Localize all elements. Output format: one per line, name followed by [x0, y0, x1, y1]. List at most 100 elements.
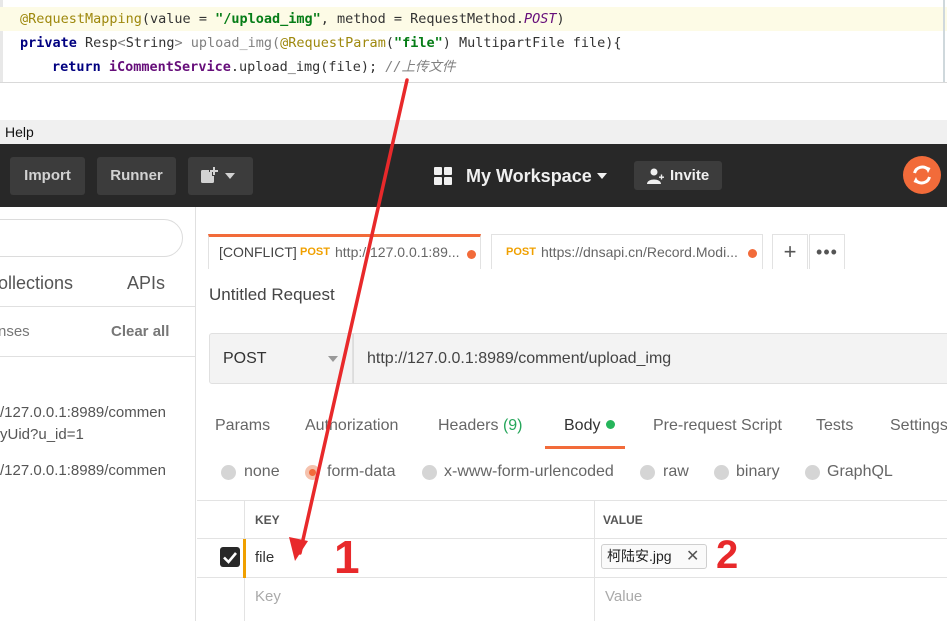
- import-button[interactable]: Import: [10, 157, 85, 195]
- history-url: /127.0.0.1:8989/commen: [0, 404, 166, 421]
- value-column-header: VALUE: [603, 513, 643, 527]
- radio-form-data-label: form-data: [327, 463, 396, 480]
- tab-method: POST: [300, 246, 330, 258]
- radio-none[interactable]: [221, 465, 236, 480]
- row-key[interactable]: file: [255, 549, 274, 566]
- url-bar: POST http://127.0.0.1:8989/comment/uploa…: [209, 333, 947, 384]
- code-text: ): [556, 11, 565, 27]
- more-tabs-button[interactable]: •••: [809, 234, 845, 269]
- code-line-1: @RequestMapping(value = "/upload_img", m…: [0, 7, 947, 31]
- runner-button[interactable]: Runner: [97, 157, 176, 195]
- sync-button[interactable]: [903, 156, 941, 194]
- editor-scroll-edge: [943, 0, 945, 82]
- code-text: .upload_img(file);: [230, 59, 386, 75]
- sidebar-tabs: ollections APIs: [0, 263, 195, 307]
- tab-headers[interactable]: Headers (9): [438, 417, 523, 435]
- code-keyword: private: [20, 35, 77, 51]
- code-text: Resp: [76, 35, 118, 51]
- key-column-header: KEY: [255, 513, 280, 527]
- conflict-label: [CONFLICT]: [219, 244, 297, 260]
- new-button[interactable]: [188, 157, 253, 195]
- invite-button[interactable]: Invite: [634, 161, 722, 190]
- sidebar-search-input[interactable]: [0, 219, 183, 257]
- window-gap: [0, 82, 947, 120]
- code-editor: @RequestMapping(value = "/upload_img", m…: [0, 0, 947, 82]
- active-tab-underline: [545, 446, 625, 449]
- code-enum: POST: [523, 11, 557, 27]
- save-responses-label: nses: [0, 323, 30, 340]
- method-select[interactable]: POST: [209, 333, 353, 384]
- radio-urlencoded-label: x-www-form-urlencoded: [444, 463, 614, 480]
- sidebar: ollections APIs nses Clear all /127.0.0.…: [0, 207, 196, 621]
- tab-request-second[interactable]: POST https://dnsapi.cn/Record.Modi...: [491, 234, 763, 269]
- tab-headers-label: Headers: [438, 417, 499, 434]
- code-text: <: [117, 35, 126, 51]
- code-method: upload_img(: [182, 35, 281, 51]
- radio-raw[interactable]: [640, 465, 655, 480]
- tab-params[interactable]: Params: [215, 417, 270, 435]
- sync-icon: [913, 165, 931, 185]
- row-edit-indicator: [243, 539, 246, 578]
- tab-prerequest-script[interactable]: Pre-request Script: [653, 417, 782, 435]
- code-text: , method = RequestMethod.: [320, 11, 524, 27]
- radio-urlencoded[interactable]: [422, 465, 437, 480]
- code-field: iCommentService: [100, 59, 231, 75]
- history-item[interactable]: /127.0.0.1:8989/commen yUid?u_id=1: [0, 402, 166, 446]
- row-enabled-checkbox[interactable]: [220, 547, 240, 567]
- history-url: /127.0.0.1:8989/commen: [0, 462, 166, 479]
- radio-form-data[interactable]: [305, 465, 320, 480]
- form-data-table: KEY VALUE file 柯陆安.jpg ✕ Key Value: [197, 500, 947, 621]
- headers-count: (9): [502, 417, 523, 434]
- add-user-icon: [647, 168, 664, 184]
- code-text: (value =: [141, 11, 216, 27]
- tab-authorization[interactable]: Authorization: [305, 417, 398, 435]
- key-input[interactable]: Key: [255, 588, 281, 605]
- request-tab-strip: [CONFLICT] POST http://127.0.0.1:89... P…: [197, 231, 947, 269]
- radio-none-label: none: [244, 463, 280, 480]
- tab-body[interactable]: Body: [564, 417, 616, 435]
- value-input[interactable]: Value: [605, 588, 642, 605]
- file-name: 柯陆安.jpg: [607, 548, 672, 564]
- workspace-label: My Workspace: [466, 166, 592, 186]
- tab-url: http://127.0.0.1:89...: [335, 244, 460, 260]
- code-keyword: return: [52, 59, 101, 75]
- clear-all-button[interactable]: Clear all: [111, 323, 169, 340]
- table-row: file 柯陆安.jpg ✕: [197, 539, 947, 578]
- tab-apis[interactable]: APIs: [127, 273, 165, 294]
- tab-request-active[interactable]: [CONFLICT] POST http://127.0.0.1:89...: [208, 234, 481, 269]
- code-line-3: return iCommentService.upload_img(file);…: [0, 55, 456, 79]
- tab-body-label: Body: [564, 417, 601, 434]
- history-url-cont: yUid?u_id=1: [0, 426, 84, 443]
- menu-help[interactable]: Help: [5, 124, 34, 140]
- code-text: ) MultipartFile file){: [442, 35, 622, 51]
- tab-method: POST: [506, 246, 536, 258]
- chevron-down-icon: [225, 173, 235, 179]
- code-string: "file": [393, 35, 443, 51]
- chevron-down-icon: [597, 173, 607, 179]
- code-string: "/upload_img": [215, 11, 321, 27]
- code-comment: //上传文件: [385, 59, 456, 75]
- new-tab-button[interactable]: +: [772, 234, 808, 269]
- radio-binary-label: binary: [736, 463, 780, 480]
- radio-raw-label: raw: [663, 463, 689, 480]
- new-window-icon: [201, 166, 218, 183]
- radio-graphql-label: GraphQL: [827, 463, 893, 480]
- tab-settings[interactable]: Settings: [890, 417, 947, 435]
- chevron-down-icon: [328, 356, 338, 362]
- request-title[interactable]: Untitled Request: [209, 285, 335, 305]
- tab-collections[interactable]: ollections: [0, 273, 73, 294]
- url-input[interactable]: http://127.0.0.1:8989/comment/upload_img: [353, 333, 947, 384]
- code-text: (: [385, 35, 394, 51]
- radio-graphql[interactable]: [805, 465, 820, 480]
- history-toolbar: nses Clear all: [0, 307, 195, 357]
- menu-bar: Help: [0, 120, 947, 144]
- code-text: >: [174, 35, 183, 51]
- grid-icon: [434, 167, 452, 185]
- code-line-2: private Resp<String> upload_img(@Request…: [0, 31, 622, 55]
- radio-binary[interactable]: [714, 465, 729, 480]
- close-icon[interactable]: ✕: [686, 545, 699, 568]
- checkmark-icon: [223, 552, 237, 564]
- history-item[interactable]: /127.0.0.1:8989/commen: [0, 460, 166, 482]
- tab-tests[interactable]: Tests: [816, 417, 853, 435]
- request-tabs: Params Authorization Headers (9) Body Pr…: [197, 407, 947, 451]
